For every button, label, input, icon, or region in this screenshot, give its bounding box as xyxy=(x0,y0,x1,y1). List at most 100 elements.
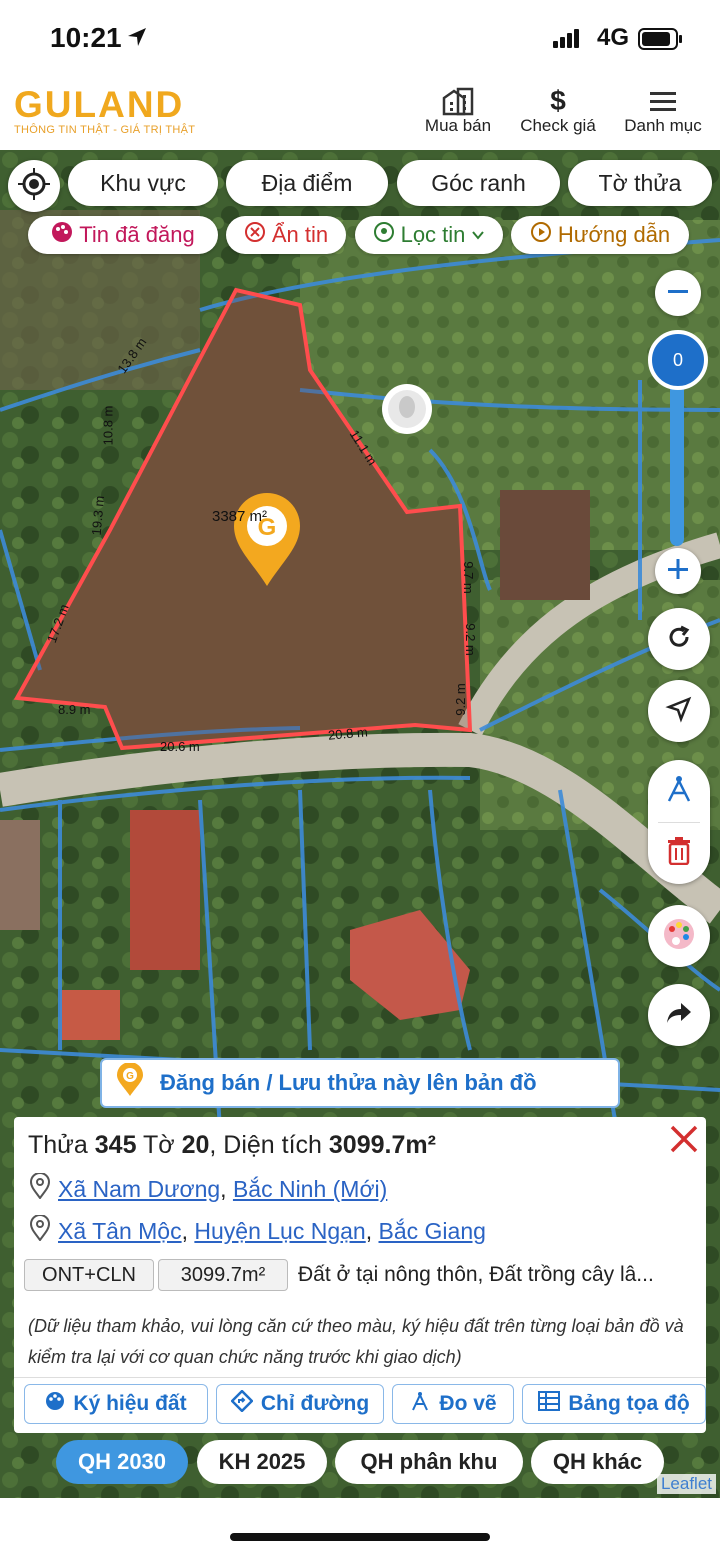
loc-tin-label: Lọc tin xyxy=(400,222,466,247)
loc-tin-dropdown[interactable]: Lọc tin xyxy=(355,216,503,254)
filter-dia-diem[interactable]: Địa điểm xyxy=(226,160,388,206)
edge-label: 9.7 m xyxy=(460,561,476,594)
disclaimer-note: (Dữ liệu tham khảo, vui lòng căn cứ theo… xyxy=(28,1316,684,1367)
navigate-button[interactable] xyxy=(648,680,710,742)
ky-hieu-dat-button[interactable]: Ký hiệu đất xyxy=(24,1384,208,1424)
chevron-down-icon xyxy=(471,222,485,248)
zoom-handle[interactable]: 0 xyxy=(648,330,708,390)
share-button[interactable] xyxy=(648,984,710,1046)
zoom-in-button[interactable] xyxy=(655,548,701,594)
chi-duong-button[interactable]: Chỉ đường xyxy=(216,1384,384,1424)
parcel-number: 345 xyxy=(94,1131,137,1159)
parcel-title: Thửa 345 Tờ 20, Diện tích 3099.7m² xyxy=(28,1131,436,1160)
refresh-button[interactable] xyxy=(648,608,710,670)
app-header: GULAND THÔNG TIN THẬT - GIÁ TRỊ THẬT Mua… xyxy=(0,80,720,150)
location-pin-icon xyxy=(29,1172,51,1205)
location-arrow-icon xyxy=(126,26,148,53)
location-pin-icon xyxy=(29,1214,51,1247)
nav-label: Danh mục xyxy=(624,116,702,135)
tab-kh-2025[interactable]: KH 2025 xyxy=(197,1440,327,1484)
brand-tagline: THÔNG TIN THẬT - GIÁ TRỊ THẬT xyxy=(14,124,196,136)
status-time: 10:21 xyxy=(50,22,122,53)
land-area-badge: 3099.7m² xyxy=(158,1259,288,1291)
district-link[interactable]: Huyện Lục Ngạn xyxy=(194,1218,365,1244)
compass-icon xyxy=(409,1390,431,1418)
post-parcel-button[interactable]: G Đăng bán / Lưu thửa này lên bản đồ xyxy=(100,1058,620,1108)
address-old: Xã Tân Mộc, Huyện Lục Ngạn, Bắc Giang xyxy=(29,1214,486,1247)
address-new: Xã Nam Dương, Bắc Ninh (Mới) xyxy=(29,1172,387,1205)
parcel-area: 3099.7m² xyxy=(328,1131,436,1159)
close-icon xyxy=(666,1125,702,1161)
tin-da-dang-label: Tin đã đăng xyxy=(79,222,195,247)
nav-danh-muc[interactable]: Danh mục xyxy=(618,86,708,136)
draw-tools-group xyxy=(648,760,710,884)
tab-qh-khac[interactable]: QH khác xyxy=(531,1440,664,1484)
tab-qh-phan-khu[interactable]: QH phân khu xyxy=(335,1440,523,1484)
guland-logo[interactable]: GULAND THÔNG TIN THẬT - GIÁ TRỊ THẬT xyxy=(14,84,195,136)
user-avatar-icon[interactable] xyxy=(382,384,432,434)
tab-qh-2030[interactable]: QH 2030 xyxy=(56,1440,188,1484)
province-link[interactable]: Bắc Giang xyxy=(379,1218,486,1244)
building-icon xyxy=(418,86,498,116)
do-ve-button[interactable]: Đo vẽ xyxy=(392,1384,514,1424)
divider xyxy=(14,1377,706,1378)
an-tin-label: Ẩn tin xyxy=(271,222,329,247)
network-type: 4G xyxy=(597,24,630,51)
svg-text:G: G xyxy=(126,1071,134,1082)
nav-check-gia[interactable]: $ Check giá xyxy=(514,85,602,136)
edge-label: 8.9 m xyxy=(58,702,91,717)
dollar-icon: $ xyxy=(550,85,566,116)
filter-goc-ranh[interactable]: Góc ranh xyxy=(397,160,560,206)
edge-label: 9.2 m xyxy=(452,683,468,716)
leaflet-attribution[interactable]: Leaflet xyxy=(656,1474,716,1494)
trash-icon xyxy=(666,836,692,870)
commune-link[interactable]: Xã Tân Mộc xyxy=(58,1218,182,1244)
post-parcel-label: Đăng bán / Lưu thửa này lên bản đồ xyxy=(160,1070,537,1095)
edge-label: 9.2 m xyxy=(462,623,478,656)
an-tin-button[interactable]: Ẩn tin xyxy=(226,216,346,254)
huong-dan-button[interactable]: Hướng dẫn xyxy=(511,216,689,254)
sheet-number: 20 xyxy=(181,1131,210,1159)
nav-label: Mua bán xyxy=(424,116,492,135)
title-mid: Tờ xyxy=(136,1131,182,1159)
palette-icon xyxy=(51,221,73,249)
action-label: Đo vẽ xyxy=(439,1392,497,1415)
delete-button[interactable] xyxy=(648,822,710,884)
table-icon xyxy=(538,1391,561,1417)
province-link[interactable]: Bắc Ninh (Mới) xyxy=(233,1176,387,1202)
title-mid2: , Diện tích xyxy=(209,1131,329,1159)
parcel-area-label: 3387 m² xyxy=(212,508,268,525)
land-description: Đất ở tại nông thôn, Đất trồng cây lâ... xyxy=(298,1263,654,1286)
edge-label: 20.6 m xyxy=(160,739,200,754)
locate-me-button[interactable] xyxy=(8,160,60,212)
bang-toa-do-button[interactable]: Bảng tọa độ xyxy=(522,1384,706,1424)
palette-icon xyxy=(45,1391,65,1417)
refresh-icon xyxy=(665,623,693,656)
palette-icon xyxy=(662,917,696,956)
filter-to-thua[interactable]: Tờ thửa xyxy=(568,160,712,206)
tin-da-dang-button[interactable]: Tin đã đăng xyxy=(28,216,218,254)
close-circle-icon xyxy=(244,221,266,249)
zoom-out-button[interactable] xyxy=(655,270,701,316)
action-label: Chỉ đường xyxy=(260,1392,370,1415)
land-code-badge: ONT+CLN xyxy=(24,1259,154,1291)
signal-icon xyxy=(553,28,583,53)
close-panel-button[interactable] xyxy=(666,1121,702,1162)
play-circle-icon xyxy=(530,221,552,249)
battery-icon xyxy=(638,28,684,55)
measure-button[interactable] xyxy=(648,760,710,822)
plus-icon xyxy=(666,557,690,586)
commune-link[interactable]: Xã Nam Dương xyxy=(58,1176,220,1202)
layer-color-button[interactable] xyxy=(648,905,710,967)
minus-icon xyxy=(666,279,690,308)
home-indicator[interactable] xyxy=(230,1533,490,1541)
parcel-info-panel: Thửa 345 Tờ 20, Diện tích 3099.7m² Xã Na… xyxy=(14,1117,706,1433)
edge-label: 10.8 m xyxy=(100,405,116,446)
nav-mua-ban[interactable]: Mua bán xyxy=(418,86,498,136)
title-prefix: Thửa xyxy=(28,1131,95,1159)
crosshair-icon xyxy=(18,167,50,205)
filter-khu-vuc[interactable]: Khu vực xyxy=(68,160,218,206)
huong-dan-label: Hướng dẫn xyxy=(557,222,671,247)
action-label: Bảng tọa độ xyxy=(568,1392,690,1415)
menu-icon xyxy=(618,86,708,116)
